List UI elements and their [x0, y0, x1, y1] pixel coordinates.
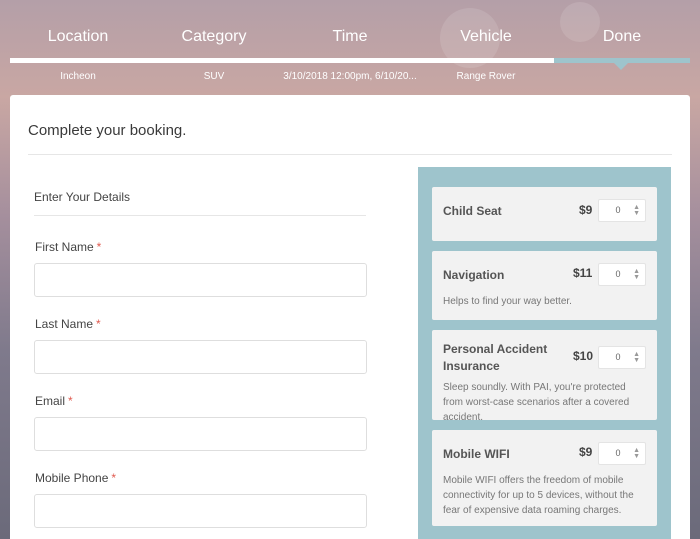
stepper-arrows-icon[interactable]: ▲ ▼	[633, 204, 640, 217]
step-time[interactable]: Time	[282, 28, 418, 46]
extra-navigation: Navigation $11 0 ▲ ▼ Helps to find your w…	[432, 251, 657, 320]
extra-price: $11	[573, 266, 593, 280]
child-seat-quantity-stepper[interactable]: 0 ▲ ▼	[598, 199, 646, 222]
extra-description: Sleep soundly. With PAI, you're protecte…	[443, 382, 630, 423]
stepper-value: 0	[615, 269, 621, 279]
stepper-value: 0	[615, 205, 621, 215]
required-mark: *	[96, 240, 102, 254]
step-labels: Location Category Time Vehicle Done	[10, 28, 690, 46]
step-category-value: SUV	[203, 71, 225, 82]
stepper-arrows-icon[interactable]: ▲ ▼	[633, 351, 640, 364]
step-time-value: 3/10/2018 12:00pm, 6/10/20...	[283, 71, 417, 82]
step-done[interactable]: Done	[554, 28, 690, 46]
extra-mobile-wifi: Mobile WIFI $9 0 ▲ ▼ Mobile WIFI offers t…	[432, 430, 657, 526]
stepper-arrows-icon[interactable]: ▲ ▼	[633, 447, 640, 460]
required-mark: *	[111, 471, 117, 485]
step-category[interactable]: Category	[146, 28, 282, 46]
first-name-label: First Name *	[35, 240, 102, 254]
extra-name: Navigation	[443, 268, 505, 282]
current-step-pointer	[614, 63, 628, 70]
page-title: Complete your booking.	[28, 122, 187, 139]
extra-price: $10	[573, 349, 594, 363]
details-divider	[34, 215, 366, 216]
extras-panel: Child Seat $9 0 ▲ ▼ Navigation $11 0 ▲ ▼ H…	[418, 167, 671, 539]
title-divider	[28, 154, 672, 155]
extra-price: $9	[579, 203, 593, 217]
required-mark: *	[68, 394, 73, 408]
extra-description: Helps to find your way better.	[443, 296, 572, 307]
insurance-quantity-stepper[interactable]: 0 ▲ ▼	[598, 346, 646, 369]
extra-name: Personal Accident Insurance	[443, 342, 548, 373]
step-vehicle[interactable]: Vehicle	[418, 28, 554, 46]
progress-fill	[10, 58, 554, 63]
step-vehicle-value: Range Rover	[456, 71, 516, 82]
mobile-wifi-quantity-stepper[interactable]: 0 ▲ ▼	[598, 442, 646, 465]
booking-card: Complete your booking. Enter Your Detail…	[10, 95, 690, 539]
extra-price: $9	[579, 445, 593, 459]
extra-description: Mobile WIFI offers the freedom of mobile…	[443, 475, 634, 516]
step-done-value	[554, 71, 690, 82]
last-name-field[interactable]	[34, 340, 367, 374]
required-mark: *	[96, 317, 101, 331]
email-field[interactable]	[34, 417, 367, 451]
stepper-value: 0	[615, 352, 621, 362]
first-name-field[interactable]	[34, 263, 367, 297]
extra-child-seat: Child Seat $9 0 ▲ ▼	[432, 187, 657, 241]
mobile-phone-label: Mobile Phone *	[35, 471, 117, 485]
stepper-arrows-icon[interactable]: ▲ ▼	[633, 268, 640, 281]
extra-personal-accident-insurance: Personal Accident Insurance $10 0 ▲ ▼ Sle…	[432, 330, 657, 423]
booking-steps: Location Category Time Vehicle Done Inch…	[10, 0, 690, 95]
email-label: Email *	[35, 394, 73, 408]
extra-name: Child Seat	[443, 204, 502, 218]
extra-name: Mobile WIFI	[443, 447, 510, 461]
stepper-value: 0	[615, 448, 621, 458]
last-name-label: Last Name *	[35, 317, 101, 331]
navigation-quantity-stepper[interactable]: 0 ▲ ▼	[598, 263, 646, 286]
step-values: Incheon SUV 3/10/2018 12:00pm, 6/10/20..…	[10, 71, 690, 82]
progress-bar	[10, 58, 690, 63]
step-location[interactable]: Location	[10, 28, 146, 46]
mobile-phone-field[interactable]	[34, 494, 367, 528]
details-heading: Enter Your Details	[34, 190, 131, 204]
step-location-value: Incheon	[60, 71, 96, 82]
